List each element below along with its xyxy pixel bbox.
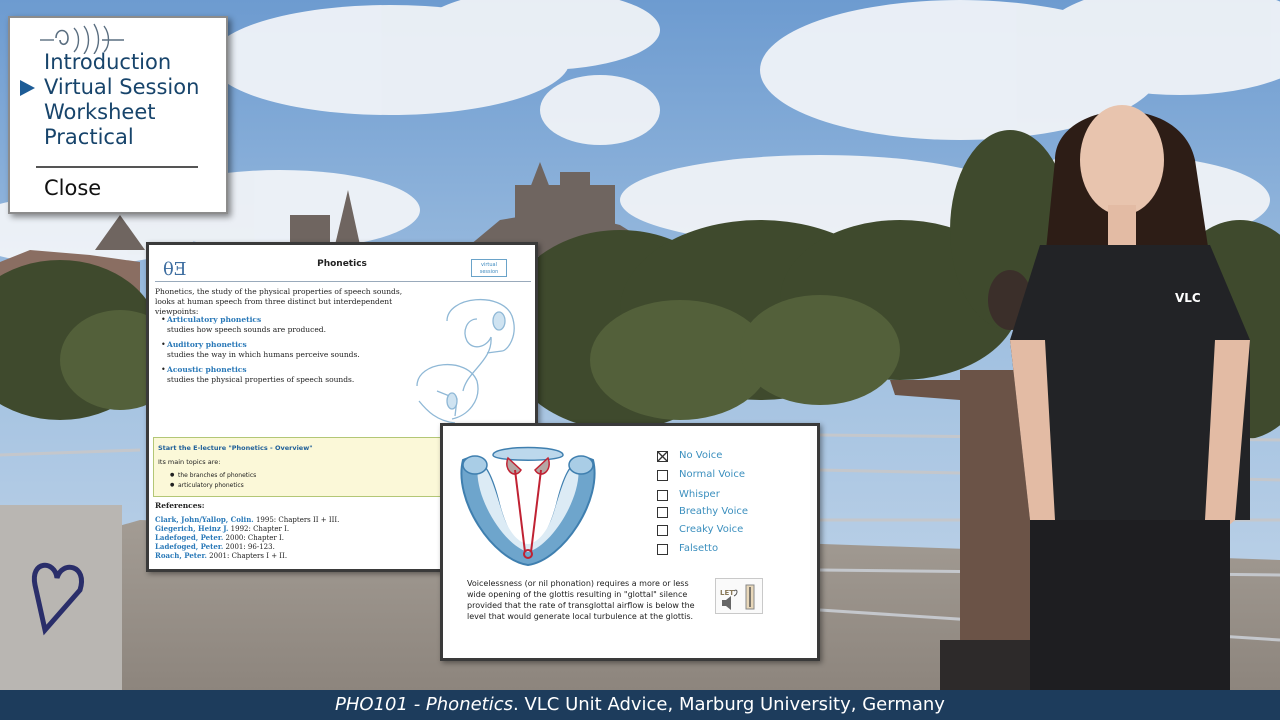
menu-item-virtual-session[interactable]: Virtual Session	[44, 75, 199, 99]
phonation-panel: No Voice Normal Voice Whisper Breathy Vo…	[440, 423, 820, 661]
option-label[interactable]: Normal Voice	[679, 469, 745, 480]
references-heading: References:	[155, 501, 205, 510]
caption-topic: Phonetics	[425, 694, 514, 715]
menu-item-introduction[interactable]: Introduction	[44, 50, 171, 74]
reference-detail: 1995: Chapters II + III.	[253, 516, 340, 524]
reference-entry: Clark, John/Yallop, Colin. 1995: Chapter…	[155, 515, 339, 524]
reference-author[interactable]: Clark, John/Yallop, Colin.	[155, 515, 254, 524]
whisper-checkbox[interactable]	[657, 490, 668, 501]
reference-entry: Ladefoged, Peter. 2000: Chapter I.	[155, 533, 284, 542]
shirt-logo: VLC	[1175, 291, 1201, 305]
head-ear-anatomy-icon	[416, 298, 515, 424]
speaker-icon: LET	[720, 584, 755, 610]
option-label[interactable]: Creaky Voice	[679, 524, 743, 535]
phonation-description: Voicelessness (or nil phonation) require…	[467, 579, 695, 621]
reference-entry: Giegerich, Heinz J. 1992: Chapter I.	[155, 524, 289, 533]
falsetto-checkbox[interactable]	[657, 544, 668, 555]
branch-link-auditory[interactable]: Auditory phonetics	[167, 340, 367, 350]
menu-divider	[36, 166, 198, 168]
branch-desc: studies how speech sounds are produced.	[167, 325, 326, 334]
option-label[interactable]: Whisper	[679, 489, 720, 500]
reference-author[interactable]: Giegerich, Heinz J.	[155, 524, 228, 533]
breathy-voice-checkbox[interactable]	[657, 507, 668, 518]
reference-author[interactable]: Ladefoged, Peter.	[155, 542, 223, 551]
reference-detail: 2001: Chapters I + II.	[206, 552, 288, 560]
option-label[interactable]: Breathy Voice	[679, 506, 748, 517]
branch-item: • Auditory phonetics studies the way in …	[161, 340, 367, 360]
e-lecture-topic: the branches of phonetics	[170, 472, 256, 479]
reference-detail: 2001: 96-123.	[223, 543, 275, 551]
no-voice-checkbox[interactable]	[657, 451, 668, 462]
concrete-block	[0, 505, 122, 690]
branch-desc: studies the physical properties of speec…	[167, 375, 355, 384]
caption-bar: PHO101 - Phonetics. VLC Unit Advice, Mar…	[0, 690, 1280, 720]
creaky-voice-checkbox[interactable]	[657, 525, 668, 536]
menu-item-worksheet[interactable]: Worksheet	[44, 100, 156, 124]
e-lecture-subtitle: Its main topics are:	[158, 458, 221, 466]
active-item-arrow-icon	[20, 80, 35, 96]
course-code: PHO101	[335, 694, 408, 715]
glottis-diagram-icon	[460, 446, 596, 567]
option-label[interactable]: Falsetto	[679, 543, 718, 554]
virtual-session-badge[interactable]: virtual session	[471, 259, 507, 277]
branch-link-acoustic[interactable]: Acoustic phonetics	[167, 365, 367, 375]
close-button[interactable]: Close	[44, 176, 101, 200]
caption-text: . VLC Unit Advice, Marburg University, G…	[513, 694, 945, 715]
audio-play-button[interactable]: LET	[715, 578, 763, 614]
reference-author[interactable]: Ladefoged, Peter.	[155, 533, 223, 542]
e-lecture-link[interactable]: Start the E-lecture "Phonetics - Overvie…	[158, 444, 313, 452]
reference-detail: 1992: Chapter I.	[228, 525, 290, 533]
option-label[interactable]: No Voice	[679, 450, 722, 461]
branch-item: • Acoustic phonetics studies the physica…	[161, 365, 367, 385]
reference-detail: 2000: Chapter I.	[223, 534, 284, 542]
branch-item: • Articulatory phonetics studies how spe…	[161, 315, 367, 335]
caption-separator: -	[407, 694, 426, 715]
normal-voice-checkbox[interactable]	[657, 470, 668, 481]
reference-entry: Roach, Peter. 2001: Chapters I + II.	[155, 551, 287, 560]
reference-author[interactable]: Roach, Peter.	[155, 551, 207, 560]
menu-item-practical[interactable]: Practical	[44, 125, 134, 149]
audio-label: LET	[720, 589, 734, 597]
reference-entry: Ladefoged, Peter. 2001: 96-123.	[155, 542, 275, 551]
intro-text: Phonetics, the study of the physical pro…	[155, 287, 403, 316]
branch-desc: studies the way in which humans perceive…	[167, 350, 360, 359]
title-divider	[155, 281, 531, 282]
branch-link-articulatory[interactable]: Articulatory phonetics	[167, 315, 367, 325]
navigation-menu: Introduction Virtual Session Worksheet P…	[8, 16, 228, 214]
e-lecture-topic: articulatory phonetics	[170, 482, 244, 489]
